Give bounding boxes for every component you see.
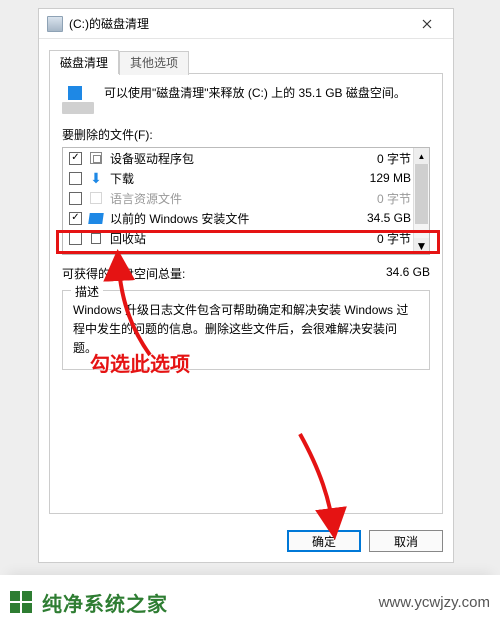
intro-text: 可以使用"磁盘清理"来释放 (C:) 上的 35.1 GB 磁盘空间。 [104,84,430,102]
package-icon [88,150,104,166]
scroll-thumb[interactable] [415,164,428,224]
item-size: 0 字节 [369,230,411,247]
scroll-down-icon[interactable]: ▼ [413,238,429,254]
item-name: 下载 [110,170,362,187]
checkbox[interactable] [69,212,82,225]
disk-cleanup-dialog: (C:)的磁盘清理 磁盘清理 其他选项 可以使用"磁盘清理"来释放 (C:) 上… [38,8,454,563]
tab-other-options[interactable]: 其他选项 [119,51,189,75]
close-button[interactable] [409,13,445,35]
checkbox[interactable] [69,192,82,205]
tab-panel: 可以使用"磁盘清理"来释放 (C:) 上的 35.1 GB 磁盘空间。 要删除的… [49,73,443,514]
item-name: 语言资源文件 [110,190,369,207]
disk-cleanup-icon [62,86,94,114]
item-name: 以前的 Windows 安装文件 [110,210,359,227]
files-label: 要删除的文件(F): [62,126,430,143]
list-item[interactable]: 语言资源文件 0 字节 [63,188,429,208]
drive-icon [47,16,63,32]
titlebar: (C:)的磁盘清理 [39,9,453,39]
checkbox[interactable] [69,232,82,245]
recycle-bin-icon [88,230,104,246]
watermark-url: www.ycwjzy.com [379,594,490,611]
item-size: 129 MB [362,171,411,185]
item-size: 34.5 GB [359,211,411,225]
watermark-logo-icon [10,591,32,613]
scroll-up-icon[interactable]: ▲ [413,148,429,164]
list-item[interactable]: 以前的 Windows 安装文件 34.5 GB [63,208,429,228]
total-value: 34.6 GB [386,265,430,282]
list-item[interactable]: 回收站 0 字节 [63,228,429,248]
list-item[interactable]: ⬇ 下载 129 MB [63,168,429,188]
item-size: 0 字节 [369,150,411,167]
annotation-text: 勾选此选项 [90,348,190,377]
language-icon [88,190,104,206]
list-item[interactable]: 设备驱动程序包 0 字节 [63,148,429,168]
ok-button[interactable]: 确定 [287,530,361,552]
total-label: 可获得的磁盘空间总量: [62,265,386,282]
checkbox[interactable] [69,172,82,185]
windows-icon [88,210,104,226]
download-icon: ⬇ [88,170,104,186]
close-icon [422,19,432,29]
total-row: 可获得的磁盘空间总量: 34.6 GB [62,265,430,282]
item-size: 0 字节 [369,190,411,207]
tabs: 磁盘清理 其他选项 [39,39,453,73]
cancel-button[interactable]: 取消 [369,530,443,552]
checkbox[interactable] [69,152,82,165]
window-title: (C:)的磁盘清理 [69,15,409,32]
tab-disk-cleanup[interactable]: 磁盘清理 [49,50,119,74]
dialog-buttons: 确定 取消 [39,524,453,562]
scroll-track[interactable] [413,164,429,238]
files-list: 设备驱动程序包 0 字节 ⬇ 下载 129 MB 语言资源文件 0 字节 以前的… [62,147,430,255]
item-name: 回收站 [110,230,369,247]
intro-row: 可以使用"磁盘清理"来释放 (C:) 上的 35.1 GB 磁盘空间。 [62,84,430,114]
item-name: 设备驱动程序包 [110,150,369,167]
watermark-name: 纯净系统之家 [42,588,168,617]
description-legend: 描述 [71,283,103,300]
scrollbar[interactable]: ▲ ▼ [413,148,429,254]
watermark-bar: 纯净系统之家 www.ycwjzy.com [0,575,500,629]
